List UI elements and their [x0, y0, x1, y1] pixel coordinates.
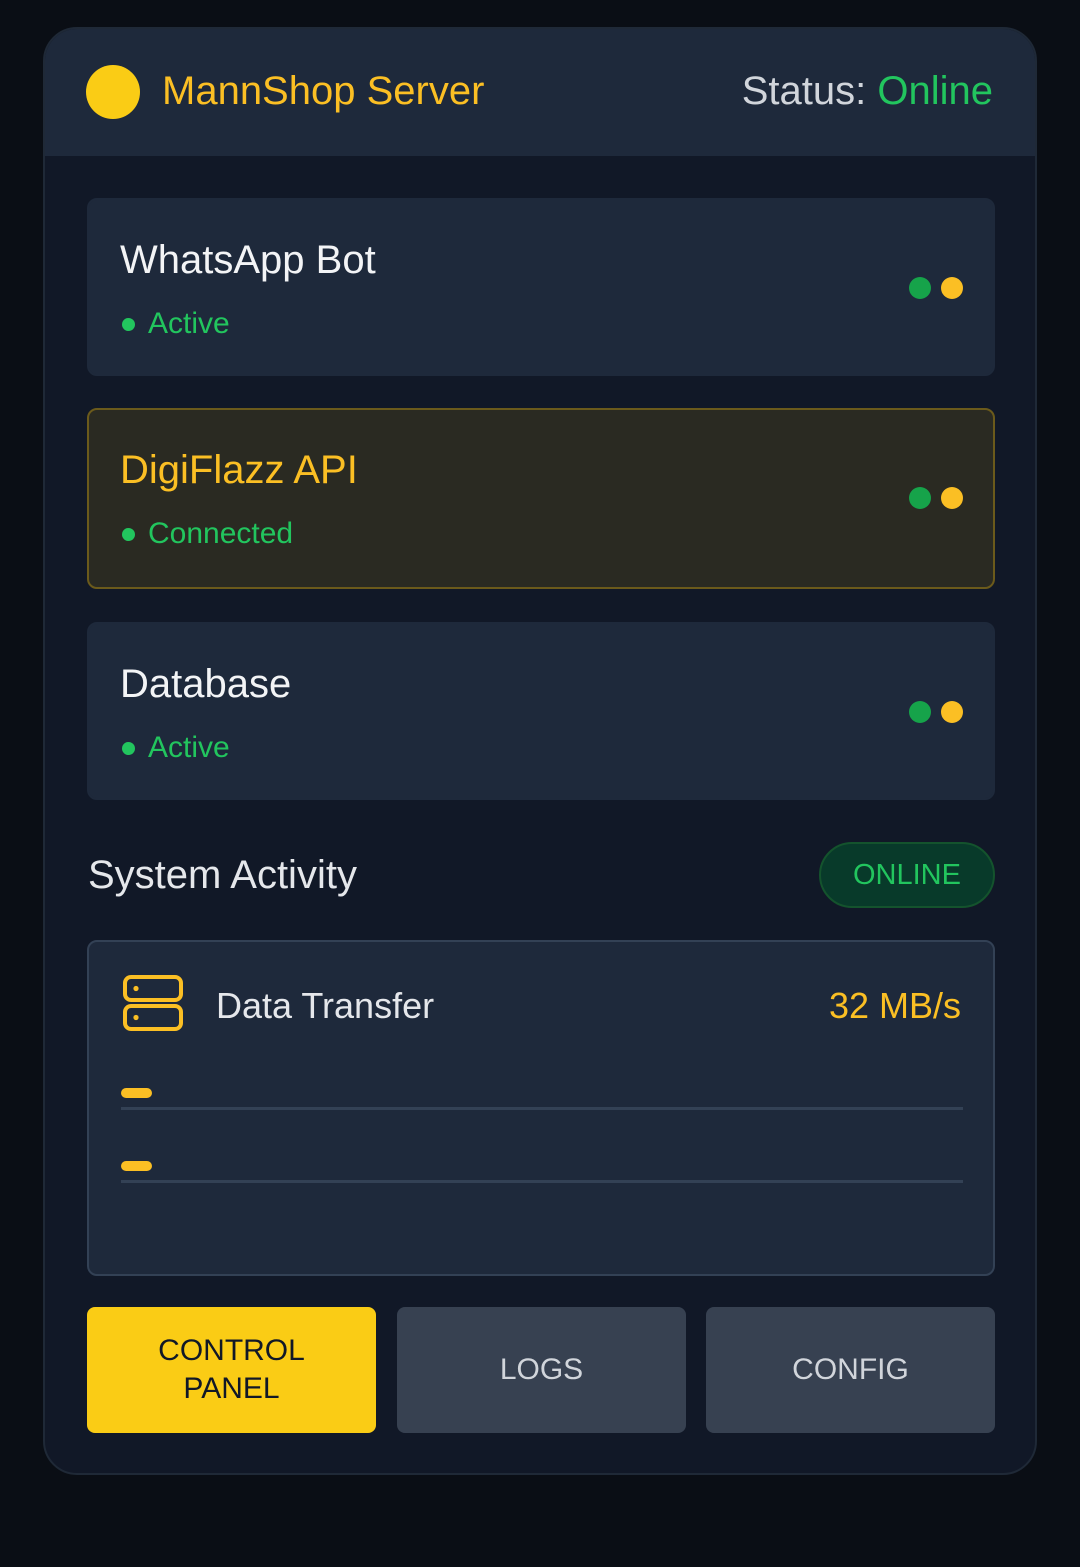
yellow-indicator-icon [941, 701, 963, 723]
activity-bar [121, 1161, 963, 1183]
service-card-database[interactable]: Database Active [87, 622, 995, 800]
control-panel-button[interactable]: CONTROL PANEL [87, 1307, 376, 1433]
server-title: MannShop Server [162, 69, 485, 113]
service-name: DigiFlazz API [120, 448, 358, 492]
service-state: Connected [122, 516, 293, 552]
activity-bar-track [121, 1180, 963, 1183]
green-indicator-icon [909, 487, 931, 509]
panel-header: MannShop Server Status: Online [45, 29, 1035, 156]
activity-bar-fill [121, 1161, 153, 1171]
yellow-indicator-icon [941, 277, 963, 299]
service-state: Active [122, 306, 230, 342]
status-value: Online [877, 69, 993, 113]
status-label: Status: [741, 69, 867, 113]
logo-dot-icon [86, 65, 140, 119]
logs-button[interactable]: LOGS [397, 1307, 686, 1433]
config-button[interactable]: CONFIG [706, 1307, 995, 1433]
service-card-digiflazz[interactable]: DigiFlazz API Connected [87, 408, 995, 589]
activity-bar [121, 1088, 963, 1110]
server-icon [123, 975, 183, 1031]
yellow-indicator-icon [941, 487, 963, 509]
server-status: Status: Online [742, 67, 993, 115]
status-dot-icon [122, 527, 135, 541]
service-name: WhatsApp Bot [120, 238, 376, 282]
system-activity-title: System Activity [88, 853, 357, 897]
service-state-label: Connected [148, 517, 294, 550]
green-indicator-icon [909, 701, 931, 723]
service-state: Active [122, 730, 230, 766]
online-badge: ONLINE [819, 842, 995, 908]
service-state-label: Active [148, 731, 230, 764]
activity-bar-track [121, 1107, 963, 1110]
data-transfer-panel: Data Transfer 32 MB/s [87, 940, 995, 1276]
status-dot-icon [122, 317, 135, 331]
service-state-label: Active [148, 307, 230, 340]
data-transfer-value: 32 MB/s [828, 985, 961, 1026]
status-dot-icon [122, 741, 135, 755]
activity-bar-fill [121, 1088, 153, 1098]
green-indicator-icon [909, 277, 931, 299]
service-card-whatsapp[interactable]: WhatsApp Bot Active [87, 198, 995, 376]
service-name: Database [120, 662, 292, 706]
data-transfer-label: Data Transfer [216, 985, 435, 1026]
server-panel: MannShop Server Status: Online WhatsApp … [43, 27, 1037, 1475]
